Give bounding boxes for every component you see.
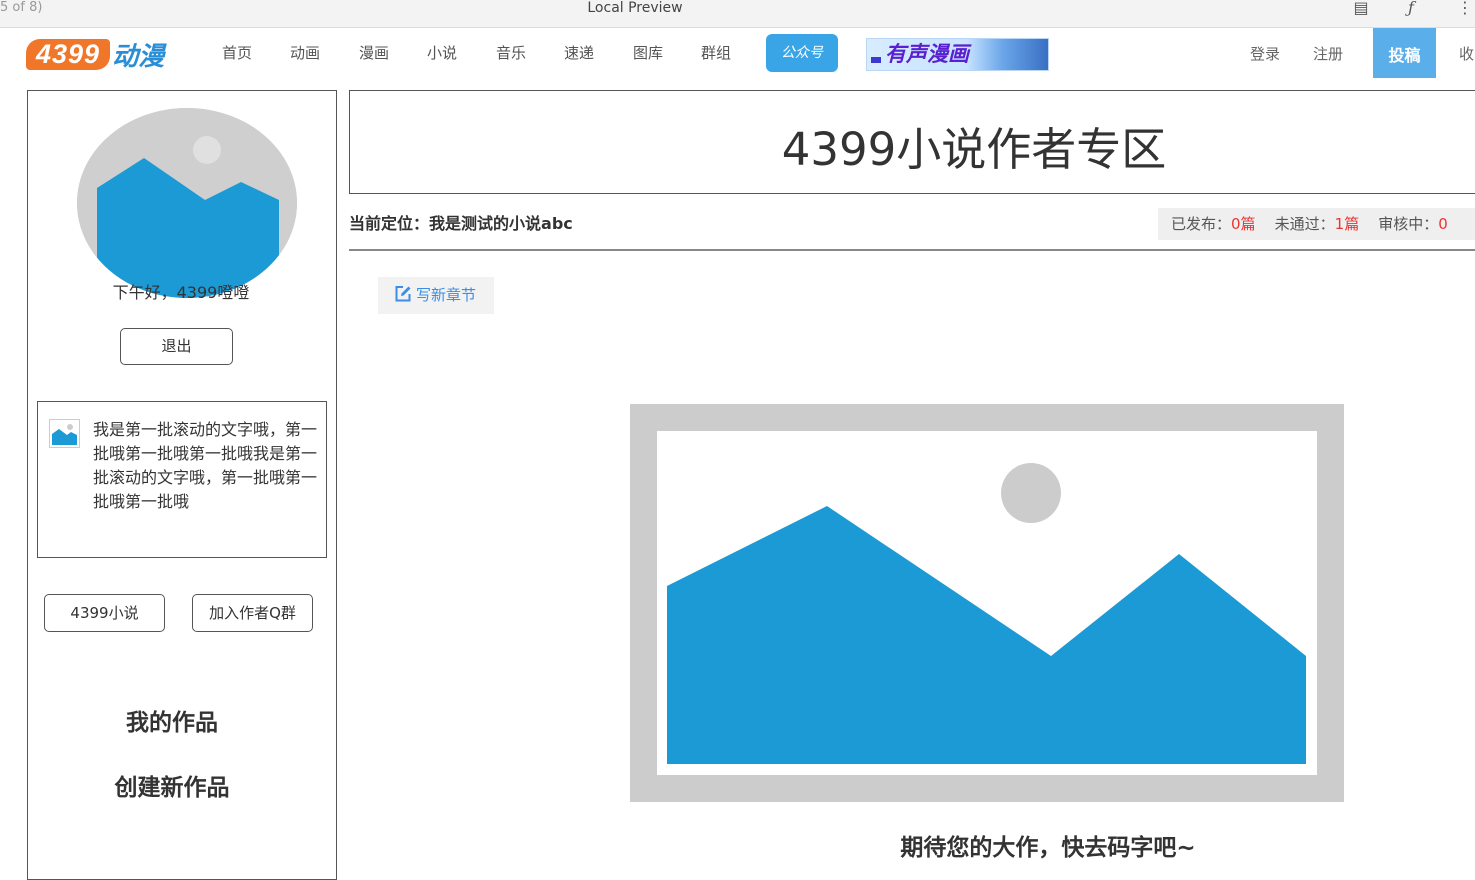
nav-item-news[interactable]: 速递 — [564, 43, 594, 63]
breadcrumb: 当前定位：我是测试的小说abc — [349, 210, 573, 234]
location-value: 我是测试的小说abc — [429, 214, 573, 233]
nav-item-home[interactable]: 首页 — [222, 43, 252, 63]
nav-item-novels[interactable]: 小说 — [427, 43, 457, 63]
logout-button[interactable]: 退出 — [120, 328, 233, 365]
my-works-link[interactable]: 我的作品 — [28, 703, 316, 737]
more-vertical-icon[interactable]: ⋮ — [1454, 0, 1475, 16]
page-header: 4399小说作者专区 — [349, 90, 1475, 194]
submit-button[interactable]: 投稿 — [1373, 28, 1436, 78]
wechat-account-badge[interactable]: 公众号 — [766, 34, 838, 72]
novel-link-button[interactable]: 4399小说 — [44, 594, 165, 632]
site-nav: 4399 动漫 首页 动画 漫画 小说 音乐 速递 图库 群组 公众号 有声漫画… — [0, 28, 1475, 80]
reviewing-count: 0 — [1438, 215, 1448, 233]
favorite-link[interactable]: 收 — [1459, 43, 1474, 64]
image-icon — [49, 419, 80, 448]
nav-item-gallery[interactable]: 图库 — [633, 43, 663, 63]
document-icon[interactable]: ▤ — [1350, 0, 1372, 16]
nav-item-animation[interactable]: 动画 — [290, 43, 320, 63]
avatar-placeholder-icon — [77, 108, 297, 298]
edit-icon — [395, 286, 411, 302]
preview-toolbar: 5 of 8) Local Preview ▤ ƒ ⋮ — [0, 0, 1475, 28]
write-chapter-button[interactable]: 写新章节 — [378, 277, 494, 314]
write-chapter-label: 写新章节 — [416, 286, 477, 304]
divider — [349, 249, 1475, 251]
chapter-stats: 已发布：0篇 未通过：1篇 审核中：0 — [1158, 208, 1475, 240]
rejected-count: 1篇 — [1334, 215, 1360, 233]
site-logo[interactable]: 4399 动漫 — [26, 38, 165, 72]
empty-state-text: 期待您的大作，快去码字吧~ — [900, 835, 1196, 861]
nav-item-music[interactable]: 音乐 — [496, 43, 526, 63]
nav-item-groups[interactable]: 群组 — [701, 43, 731, 63]
avatar — [77, 108, 297, 298]
formula-icon[interactable]: ƒ — [1400, 0, 1422, 16]
sidebar: 下午好，4399噔噔 退出 我是第一批滚动的文字哦，第一批哦第一批哦第一批哦我是… — [27, 90, 337, 880]
audio-comic-banner[interactable]: 有声漫画 — [866, 38, 1049, 71]
scrolling-notice-text: 我是第一批滚动的文字哦，第一批哦第一批哦第一批哦我是第一批滚动的文字哦，第一批哦… — [93, 420, 318, 511]
join-qq-group-button[interactable]: 加入作者Q群 — [192, 594, 313, 632]
greeting-text: 下午好，4399噔噔 — [112, 283, 250, 302]
create-work-link[interactable]: 创建新作品 — [28, 768, 316, 802]
location-label: 当前定位： — [349, 214, 430, 233]
reviewing-label: 审核中： — [1378, 215, 1439, 233]
page-title: 4399小说作者专区 — [781, 123, 1167, 176]
register-link[interactable]: 注册 — [1313, 43, 1343, 64]
published-label: 已发布： — [1171, 215, 1232, 233]
login-link[interactable]: 登录 — [1250, 43, 1280, 64]
logo-text: 动漫 — [112, 42, 165, 72]
notice-box: 我是第一批滚动的文字哦，第一批哦第一批哦第一批哦我是第一批滚动的文字哦，第一批哦… — [37, 401, 327, 558]
logo-number: 4399 — [26, 39, 111, 70]
rejected-label: 未通过： — [1274, 215, 1335, 233]
preview-title: Local Preview — [587, 0, 683, 16]
nav-item-comics[interactable]: 漫画 — [359, 43, 389, 63]
published-count: 0篇 — [1231, 215, 1256, 233]
empty-state-image-icon — [630, 404, 1344, 802]
